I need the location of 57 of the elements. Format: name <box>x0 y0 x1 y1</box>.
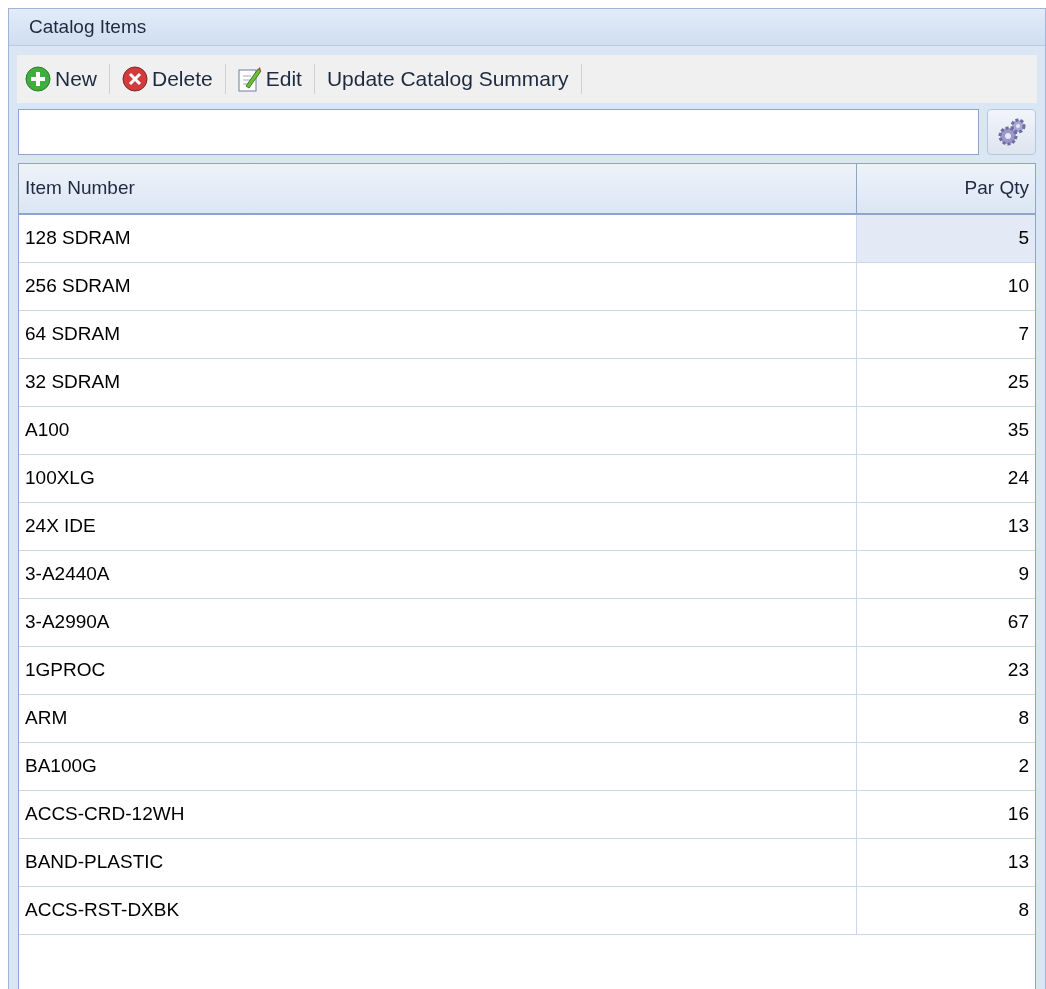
table-cell: 5 <box>857 215 1035 262</box>
table-cell: BAND-PLASTIC <box>19 839 857 886</box>
table-cell: 3-A2990A <box>19 599 857 646</box>
plus-icon <box>25 66 51 92</box>
column-header[interactable]: Item Number <box>19 164 857 213</box>
table-row[interactable]: A100 35 <box>19 407 1035 455</box>
table-cell-text: 35 <box>1006 418 1030 443</box>
table-cell-text: 2 <box>1017 754 1030 779</box>
table-cell-text: 8 <box>1017 898 1030 923</box>
table-cell-text: 13 <box>1006 514 1030 539</box>
table-row[interactable]: 1GPROC 23 <box>19 647 1035 695</box>
panel-title: Catalog Items <box>9 9 1045 46</box>
settings-button[interactable] <box>987 109 1036 155</box>
table-cell: ACCS-RST-DXBK <box>19 887 857 934</box>
table-row[interactable]: 3-A2990A 67 <box>19 599 1035 647</box>
table-row[interactable]: 3-A2440A 9 <box>19 551 1035 599</box>
close-icon <box>122 66 148 92</box>
toolbar-button[interactable]: Delete <box>118 59 217 99</box>
toolbar-button[interactable]: Update Catalog Summary <box>322 59 573 99</box>
table-cell-text: 10 <box>1006 274 1030 299</box>
gears-icon <box>996 117 1027 147</box>
table-cell: BA100G <box>19 743 857 790</box>
table-row[interactable]: 24X IDE 13 <box>19 503 1035 551</box>
table-cell-text: 16 <box>1006 802 1030 827</box>
table-row[interactable]: BAND-PLASTIC 13 <box>19 839 1035 887</box>
table-cell-text: 9 <box>1017 562 1030 587</box>
table-cell-text: 24 <box>1006 466 1030 491</box>
table-cell: 24X IDE <box>19 503 857 550</box>
toolbar-button[interactable]: Edit <box>233 59 306 99</box>
edit-icon <box>237 66 262 92</box>
table-cell: 32 SDRAM <box>19 359 857 406</box>
table-cell: 1GPROC <box>19 647 857 694</box>
table-cell: A100 <box>19 407 857 454</box>
table-cell-text: 8 <box>1017 706 1030 731</box>
column-header[interactable]: Par Qty <box>857 164 1035 213</box>
table-row[interactable]: ACCS-RST-DXBK 8 <box>19 887 1035 935</box>
table-cell-text: 7 <box>1017 322 1030 347</box>
table-cell-text: 23 <box>1006 658 1030 683</box>
search-field[interactable] <box>18 109 979 155</box>
table-cell: ACCS-CRD-12WH <box>19 791 857 838</box>
table-cell-text: 25 <box>1006 370 1030 395</box>
table-row[interactable]: 32 SDRAM 25 <box>19 359 1035 407</box>
table-row[interactable]: 256 SDRAM 10 <box>19 263 1035 311</box>
table-row[interactable]: 64 SDRAM 7 <box>19 311 1035 359</box>
toolbar-button[interactable]: New <box>21 59 101 99</box>
table-cell: 100XLG <box>19 455 857 502</box>
table-row[interactable]: 100XLG 24 <box>19 455 1035 503</box>
table-row[interactable]: ARM 8 <box>19 695 1035 743</box>
table-cell: 256 SDRAM <box>19 263 857 310</box>
table-cell: 64 SDRAM <box>19 311 857 358</box>
table-row[interactable]: BA100G 2 <box>19 743 1035 791</box>
table-cell-text: 67 <box>1006 610 1030 635</box>
table-cell: 3-A2440A <box>19 551 857 598</box>
table-cell-text: 13 <box>1006 850 1030 875</box>
table-row[interactable]: 128 SDRAM 5 <box>19 215 1035 263</box>
table-row[interactable]: ACCS-CRD-12WH 16 <box>19 791 1035 839</box>
table-cell: ARM <box>19 695 857 742</box>
